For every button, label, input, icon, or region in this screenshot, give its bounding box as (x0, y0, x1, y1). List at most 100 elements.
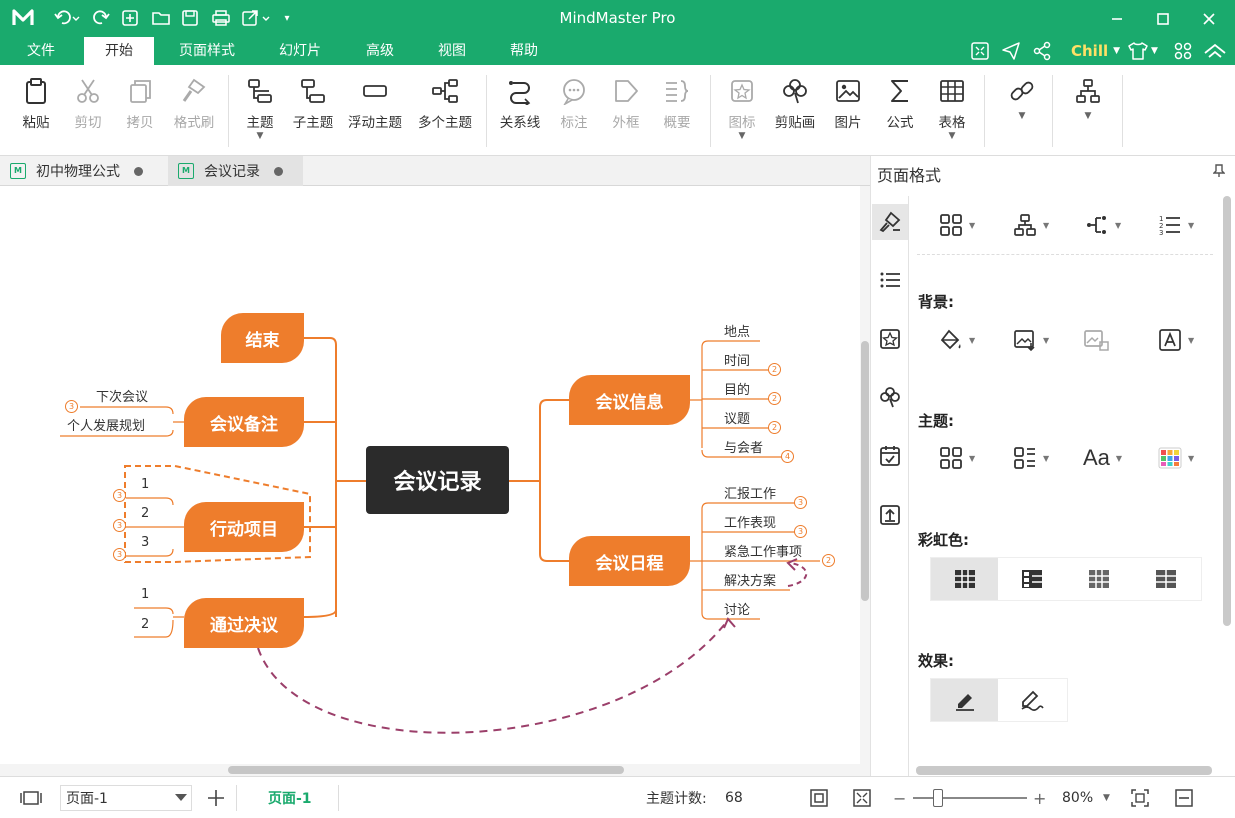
layout-grid-dropdown[interactable]: ▼ (939, 213, 975, 237)
topic-meeting-info[interactable]: 会议信息 (569, 375, 690, 425)
unsaved-dot-icon[interactable] (274, 166, 283, 176)
tab-help[interactable]: 帮助 (496, 37, 552, 65)
scrollbar-thumb[interactable] (1223, 196, 1231, 626)
doc-tab-meeting[interactable]: M 会议记录 (168, 156, 303, 186)
collapse-panel-icon[interactable] (1174, 777, 1194, 818)
clipart-button[interactable]: 剪贴画 (770, 75, 820, 145)
resolution-item-1[interactable]: 1 (141, 587, 149, 602)
outline-list-icon[interactable] (872, 262, 908, 298)
upload-icon[interactable] (872, 497, 908, 533)
topic-button[interactable]: 主题 ▼ (238, 75, 282, 145)
rainbow-option-2[interactable] (998, 558, 1065, 600)
action-item-3[interactable]: 3 (141, 535, 149, 550)
send-icon[interactable] (1001, 39, 1021, 63)
tab-home[interactable]: 开始 (84, 37, 154, 65)
topic-agenda[interactable]: 会议日程 (569, 536, 690, 586)
resolution-item-2[interactable]: 2 (141, 617, 149, 632)
count-badge[interactable]: 3 (113, 489, 126, 502)
topic-notes[interactable]: 会议备注 (184, 397, 304, 447)
maximize-button[interactable] (1140, 0, 1186, 37)
floating-topic-button[interactable]: 浮动主题 (344, 75, 406, 145)
theme-font-dropdown[interactable]: Aa ▼ (1083, 445, 1122, 470)
info-item-attendees[interactable]: 与会者 (724, 437, 763, 456)
theme-selector[interactable]: Chill ▼ (1071, 39, 1120, 63)
fullscreen-icon[interactable] (970, 39, 990, 63)
background-image-dropdown[interactable]: ▼ (1013, 328, 1049, 352)
count-badge[interactable]: 3 (113, 519, 126, 532)
agenda-item-urgent[interactable]: 紧急工作事项 (724, 541, 802, 560)
info-item-purpose[interactable]: 目的 (724, 379, 750, 398)
canvas-vertical-scrollbar[interactable] (860, 186, 870, 764)
count-badge[interactable]: 3 (794, 525, 807, 538)
layout-button[interactable]: ▼ (1066, 75, 1110, 145)
icon-button[interactable]: 图标 ▼ (720, 75, 764, 145)
scrollbar-thumb[interactable] (861, 341, 869, 601)
branch-dropdown[interactable]: ▼ (1085, 213, 1121, 237)
effect-option-hand-drawn[interactable] (998, 679, 1065, 721)
formula-button[interactable]: 公式 (878, 75, 922, 145)
apps-grid-icon[interactable] (1173, 39, 1193, 63)
copy-button[interactable]: 拷贝 (118, 75, 162, 145)
close-button[interactable] (1186, 0, 1232, 37)
info-item-topics[interactable]: 议题 (724, 408, 750, 427)
chevron-down-icon[interactable]: ▼ (238, 131, 282, 141)
count-badge[interactable]: 2 (768, 421, 781, 434)
count-badge[interactable]: 3 (794, 496, 807, 509)
collapse-ribbon-icon[interactable] (1203, 39, 1227, 63)
chevron-down-icon[interactable]: ▼ (1000, 111, 1044, 121)
scrollbar-thumb[interactable] (228, 766, 624, 774)
table-button[interactable]: 表格 ▼ (930, 75, 974, 145)
summary-button[interactable]: 概要 (655, 75, 699, 145)
tab-file[interactable]: 文件 (14, 37, 68, 65)
pin-icon[interactable] (1212, 164, 1226, 181)
action-item-1[interactable]: 1 (141, 477, 149, 492)
canvas-horizontal-scrollbar[interactable] (0, 764, 870, 776)
fit-screen-icon[interactable] (1130, 777, 1150, 818)
theme-color-dropdown[interactable]: ▼ (1158, 446, 1194, 470)
fit-page-icon[interactable] (809, 777, 829, 818)
topic-end[interactable]: 结束 (221, 313, 304, 363)
calendar-task-icon[interactable] (872, 438, 908, 474)
tab-view[interactable]: 视图 (424, 37, 480, 65)
info-item-time[interactable]: 时间 (724, 350, 750, 369)
add-page-button[interactable] (206, 777, 226, 818)
doc-tab-physics[interactable]: M 初中物理公式 (0, 156, 165, 186)
page-tab-active[interactable]: 页面-1 (268, 777, 312, 818)
boundary-button[interactable]: 外框 (604, 75, 648, 145)
subtopic-personal-dev[interactable]: 个人发展规划 (67, 415, 145, 434)
subtopic-next-meeting[interactable]: 下次会议 (96, 386, 148, 405)
mindmap-canvas[interactable]: 会议记录 结束 会议备注 行动项目 通过决议 会议信息 会议日程 下次会议 个人… (0, 186, 860, 764)
background-fill-dropdown[interactable]: ▼ (939, 328, 975, 352)
zoom-slider-knob[interactable] (933, 789, 943, 807)
panel-horizontal-scrollbar[interactable] (916, 766, 1212, 775)
background-text-dropdown[interactable]: ▼ (1158, 328, 1194, 352)
page-panel-toggle-icon[interactable] (20, 777, 42, 818)
expand-view-icon[interactable] (852, 777, 872, 818)
tshirt-icon[interactable]: ▼ (1127, 39, 1158, 63)
star-badge-icon[interactable] (872, 321, 908, 357)
minimize-button[interactable] (1094, 0, 1140, 37)
count-badge[interactable]: 3 (65, 400, 78, 413)
zoom-slider[interactable] (913, 789, 1027, 807)
format-painter-button[interactable]: 格式刷 (168, 75, 220, 145)
chevron-down-icon[interactable]: ▼ (1103, 777, 1110, 818)
relationship-button[interactable]: 关系线 (496, 75, 544, 145)
tab-slideshow[interactable]: 幻灯片 (266, 37, 334, 65)
structure-dropdown[interactable]: ▼ (1013, 213, 1049, 237)
topic-resolutions[interactable]: 通过决议 (184, 598, 304, 648)
paste-button[interactable]: 粘贴 (14, 75, 58, 145)
theme-layout-dropdown[interactable]: ▼ (939, 446, 975, 470)
remove-background-image-button[interactable] (1083, 328, 1111, 352)
callout-button[interactable]: 标注 (552, 75, 596, 145)
tab-advanced[interactable]: 高级 (352, 37, 408, 65)
chevron-down-icon[interactable]: ▼ (930, 131, 974, 141)
agenda-item-discussion[interactable]: 讨论 (724, 599, 750, 618)
zoom-out-icon[interactable]: − (893, 777, 906, 818)
multiple-topics-button[interactable]: 多个主题 (414, 75, 476, 145)
rainbow-option-3[interactable] (1065, 558, 1132, 600)
theme-style-dropdown[interactable]: ▼ (1013, 446, 1049, 470)
tab-page-style[interactable]: 页面样式 (166, 37, 248, 65)
rainbow-option-4[interactable] (1132, 558, 1199, 600)
zoom-in-icon[interactable]: + (1033, 777, 1046, 818)
action-item-2[interactable]: 2 (141, 506, 149, 521)
